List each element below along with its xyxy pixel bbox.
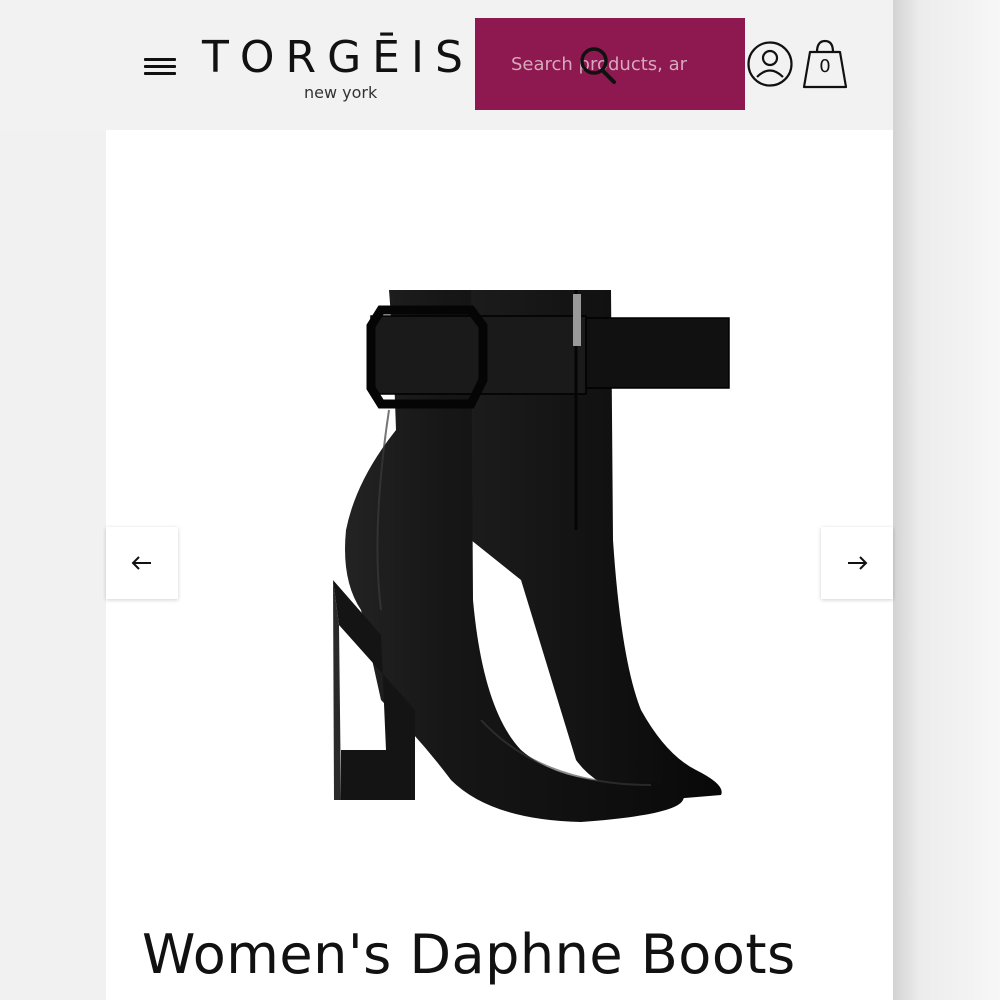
product-title: Women's Daphne Boots: [142, 923, 796, 986]
cart-button[interactable]: 0: [802, 38, 848, 90]
hamburger-menu-icon[interactable]: [142, 52, 178, 80]
carousel-prev-button[interactable]: [106, 527, 178, 599]
arrow-left-icon: [131, 556, 151, 570]
product-image: [289, 290, 730, 822]
user-account-icon[interactable]: [746, 40, 794, 88]
carousel-next-button[interactable]: [821, 527, 893, 599]
site-header: TORGĒIS new york 0: [0, 0, 893, 130]
brand-logo[interactable]: TORGĒIS new york: [200, 28, 475, 108]
arrow-right-icon: [848, 556, 868, 570]
search-input[interactable]: [475, 18, 745, 110]
search-box[interactable]: [475, 18, 745, 110]
product-card: Women's Daphne Boots: [106, 130, 893, 1000]
page-edge-shadow: [893, 0, 1000, 1000]
brand-subtitle: new york: [304, 83, 378, 102]
brand-wordmark: TORGĒIS: [202, 32, 474, 83]
cart-count: 0: [819, 56, 831, 77]
